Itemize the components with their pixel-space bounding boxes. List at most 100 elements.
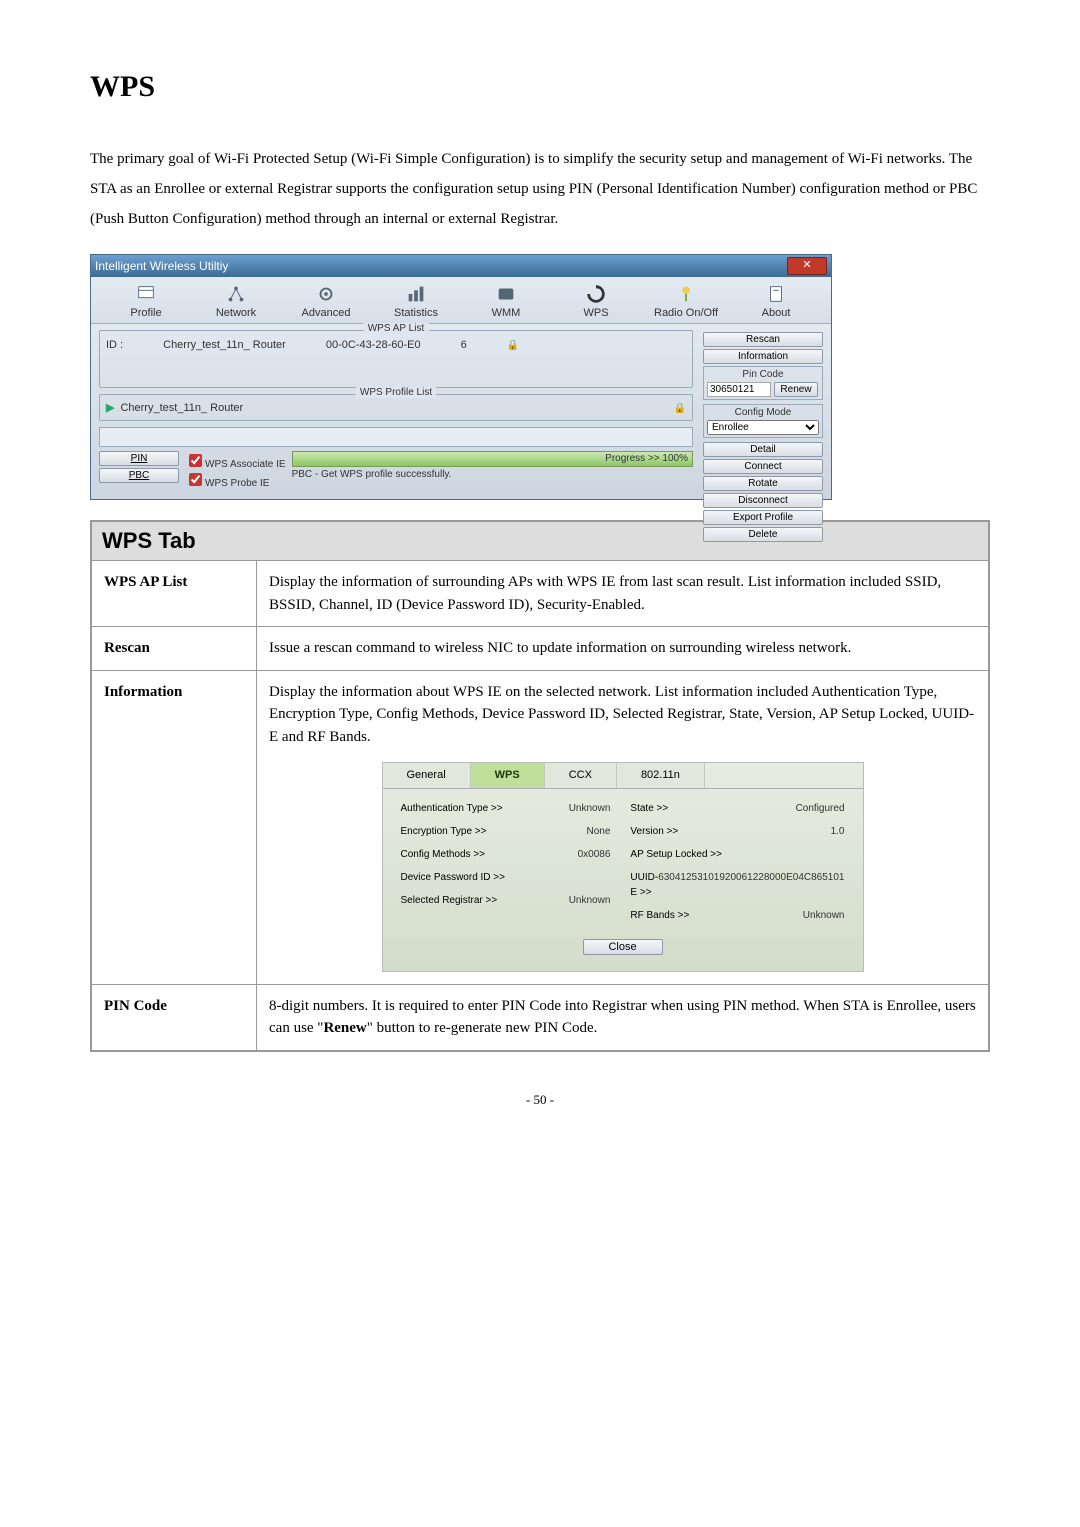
wps-associate-ie-checkbox[interactable]: WPS Associate IE — [185, 451, 286, 470]
status-text: PBC - Get WPS profile successfully. — [292, 469, 693, 480]
config-mode-select[interactable]: Enrollee — [707, 420, 819, 435]
profile-icon — [132, 283, 160, 305]
tab-about[interactable]: About — [731, 283, 821, 319]
wps-probe-ie-checkbox[interactable]: WPS Probe IE — [185, 470, 286, 489]
close-icon[interactable]: ✕ — [787, 257, 827, 275]
radio-icon — [672, 283, 700, 305]
tab-statistics[interactable]: Statistics — [371, 283, 461, 319]
row-val: Display the information about WPS IE on … — [257, 670, 990, 984]
info-label: AP Setup Locked — [630, 847, 722, 862]
info-label: Version — [630, 824, 678, 839]
connect-button[interactable]: Connect — [703, 459, 823, 474]
wps-ap-list-legend: WPS AP List — [364, 323, 429, 334]
info-close-button[interactable]: Close — [583, 939, 663, 955]
info-row: Selected Registrar Unknown — [401, 893, 611, 908]
table-row: WPS AP List Display the information of s… — [91, 561, 989, 627]
horizontal-scrollbar[interactable] — [99, 427, 693, 447]
row-key: WPS AP List — [91, 561, 257, 627]
info-label: Config Methods — [401, 847, 486, 862]
info-label: Selected Registrar — [401, 893, 498, 908]
info-value: 63041253101920061228000E04C865101 — [658, 870, 844, 900]
check-label: WPS Probe IE — [205, 478, 269, 489]
info-tab-80211n[interactable]: 802.11n — [617, 763, 705, 788]
info-label: State — [630, 801, 668, 816]
tab-label: Statistics — [394, 307, 438, 319]
info-row: Authentication TypeUnknown — [401, 801, 611, 816]
row-val: 8-digit numbers. It is required to enter… — [257, 984, 990, 1051]
tab-label: WMM — [492, 307, 521, 319]
pin-button[interactable]: PIN — [99, 451, 179, 466]
renew-button[interactable]: Renew — [774, 382, 818, 397]
delete-button[interactable]: Delete — [703, 527, 823, 542]
detail-button[interactable]: Detail — [703, 442, 823, 457]
ap-id-label: ID : — [106, 339, 123, 351]
row-key: PIN Code — [91, 984, 257, 1051]
tab-network[interactable]: Network — [191, 283, 281, 319]
row-val: Display the information of surrounding A… — [257, 561, 990, 627]
tab-advanced[interactable]: Advanced — [281, 283, 371, 319]
info-value: Unknown — [569, 893, 611, 908]
gear-icon — [312, 283, 340, 305]
tab-wmm[interactable]: WMM — [461, 283, 551, 319]
intro-paragraph: The primary goal of Wi-Fi Protected Setu… — [90, 144, 990, 234]
info-row: StateConfigured — [630, 801, 844, 816]
info-row: Version 1.0 — [630, 824, 844, 839]
info-row: Encryption Type None — [401, 824, 611, 839]
wps-tab-table: WPS Tab WPS AP List Display the informat… — [90, 520, 990, 1052]
pin-code-input[interactable] — [707, 382, 771, 397]
info-tab-wps[interactable]: WPS — [471, 763, 545, 788]
wps-profile-list-legend: WPS Profile List — [356, 387, 436, 398]
ap-list-row[interactable]: ID : Cherry_test_11n_ Router 00-0C-43-28… — [106, 337, 686, 353]
tab-radio[interactable]: Radio On/Off — [641, 283, 731, 319]
network-icon — [222, 283, 250, 305]
rotate-button[interactable]: Rotate — [703, 476, 823, 491]
info-row: AP Setup Locked — [630, 847, 844, 862]
about-icon — [762, 283, 790, 305]
information-dialog: General WPS CCX 802.11n Authentication T… — [382, 762, 864, 972]
row-key: Rescan — [91, 627, 257, 671]
table-row: Information Display the information abou… — [91, 670, 989, 984]
info-value: Unknown — [569, 801, 611, 816]
info-value: None — [587, 824, 611, 839]
export-profile-button[interactable]: Export Profile — [703, 510, 823, 525]
page-number: - 50 - — [90, 1092, 990, 1108]
config-mode-group: Config Mode Enrollee — [703, 404, 823, 438]
ap-bssid: 00-0C-43-28-60-E0 — [326, 339, 421, 351]
pin-code-legend: Pin Code — [707, 369, 819, 380]
disconnect-button[interactable]: Disconnect — [703, 493, 823, 508]
info-tab-ccx[interactable]: CCX — [545, 763, 617, 788]
right-button-column: Rescan Information Pin Code Renew Config… — [703, 332, 823, 544]
table-row: PIN Code 8-digit numbers. It is required… — [91, 984, 989, 1051]
info-row: Config Methods0x0086 — [401, 847, 611, 862]
info-row: RF Bands Unknown — [630, 908, 844, 923]
tab-label: Profile — [130, 307, 161, 319]
info-tab-general[interactable]: General — [383, 763, 471, 788]
info-value: Unknown — [803, 908, 845, 923]
window-title: Intelligent Wireless Utiltiy — [95, 259, 228, 273]
profile-ssid: Cherry_test_11n_ Router — [120, 402, 243, 414]
info-label: Encryption Type — [401, 824, 487, 839]
ap-ssid: Cherry_test_11n_ Router — [163, 339, 286, 351]
tab-wps[interactable]: WPS — [551, 283, 641, 319]
info-label: UUID-E — [630, 870, 658, 900]
check-label: WPS Associate IE — [205, 459, 286, 470]
lock-icon — [674, 402, 686, 414]
page-title: WPS — [90, 70, 990, 104]
info-label: RF Bands — [630, 908, 689, 923]
tab-profile[interactable]: Profile — [101, 283, 191, 319]
wmm-icon — [492, 283, 520, 305]
table-header: WPS Tab — [91, 521, 989, 561]
rescan-button[interactable]: Rescan — [703, 332, 823, 347]
pbc-button[interactable]: PBC — [99, 468, 179, 483]
info-row: Device Password ID — [401, 870, 611, 885]
information-button[interactable]: Information — [703, 349, 823, 364]
table-row: Rescan Issue a rescan command to wireles… — [91, 627, 989, 671]
pin-code-group: Pin Code Renew — [703, 366, 823, 400]
profile-list-row[interactable]: ▶ Cherry_test_11n_ Router — [106, 401, 686, 414]
row-val: Issue a rescan command to wireless NIC t… — [257, 627, 990, 671]
wps-icon — [582, 283, 610, 305]
info-value: 1.0 — [831, 824, 845, 839]
wps-profile-list-group: WPS Profile List ▶ Cherry_test_11n_ Rout… — [99, 394, 693, 421]
arrow-icon: ▶ — [106, 401, 114, 414]
info-row: UUID-E63041253101920061228000E04C865101 — [630, 870, 844, 900]
